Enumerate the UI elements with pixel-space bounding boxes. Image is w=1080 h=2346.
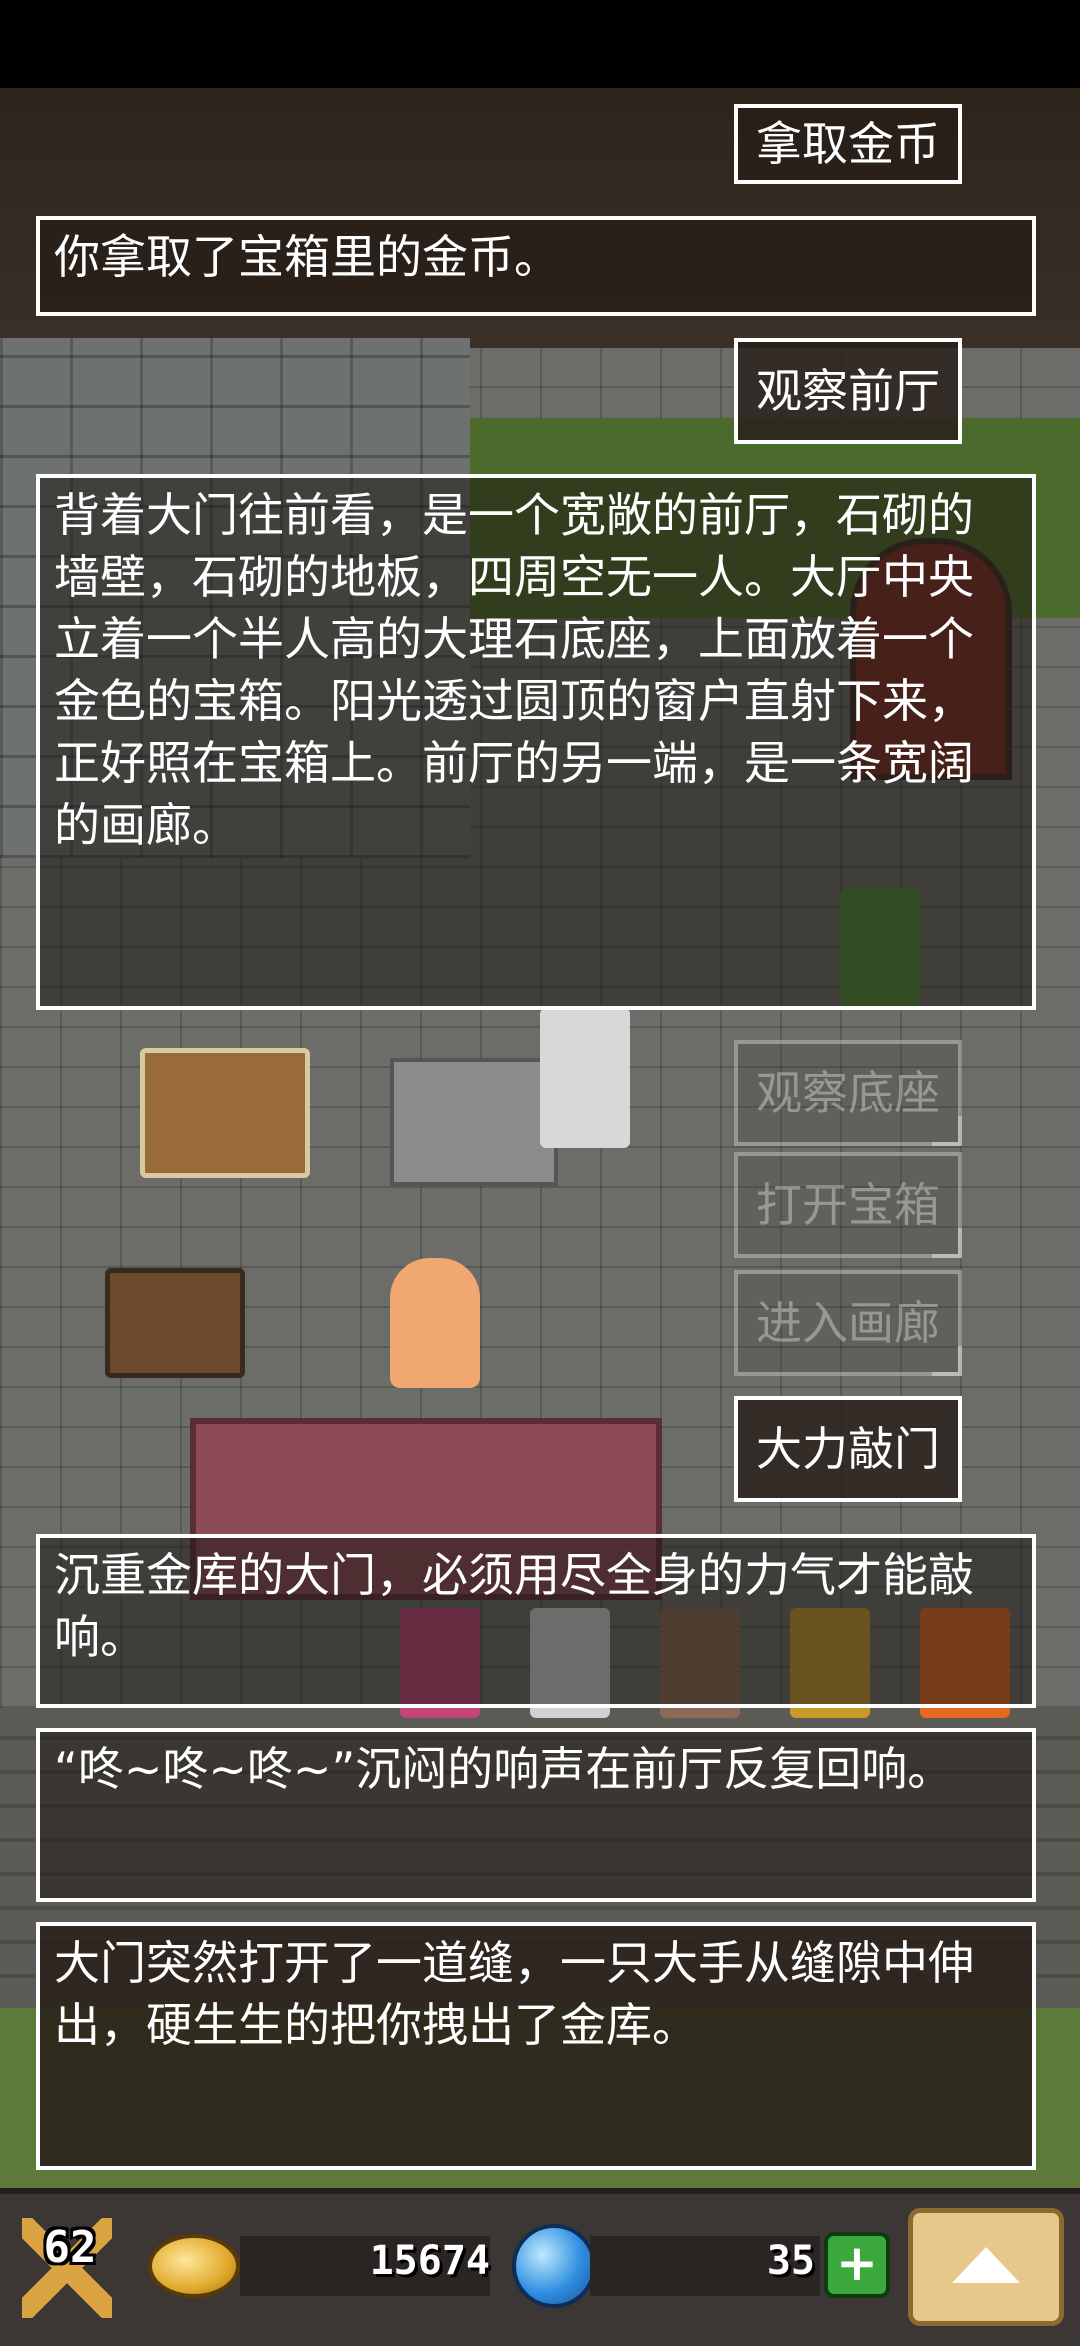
message-text: 沉重金库的大门，必须用尽全身的力气才能敲响。 [54,1548,974,1664]
npc-sprite [540,1008,630,1148]
message-text: “咚~咚~咚~”沉闷的响声在前厅反复回响。 [54,1742,954,1796]
gem-count: 35 [766,2238,815,2284]
coin-count: 15674 [369,2238,490,2284]
choice-label: 观察前厅 [756,364,940,418]
hero-sprite [390,1258,480,1388]
message-heavy-door: 沉重金库的大门，必须用尽全身的力气才能敲响。 [36,1534,1036,1708]
bubble-tail [932,1472,962,1502]
choice-label: 进入画廊 [756,1296,940,1350]
level-value: 62 [43,2222,97,2273]
bottom-hud: 62 15674 35 + [0,2188,1080,2346]
bubble-tail [932,1116,962,1146]
message-text: 你拿取了宝箱里的金币。 [54,230,560,284]
message-text: 大门突然打开了一道缝，一只大手从缝隙中伸出，硬生生的把你拽出了金库。 [54,1936,974,2052]
message-text: 背着大门往前看，是一个宽敞的前厅，石砌的墙壁，石砌的地板，四周空无一人。大厅中央… [54,488,974,852]
chest-sprite-2 [105,1268,245,1378]
scene-pedestal [390,1058,558,1186]
menu-toggle-button[interactable] [908,2208,1064,2326]
bubble-tail [932,1346,962,1376]
choice-observe-hall[interactable]: 观察前厅 [734,338,962,444]
choice-enter-gallery[interactable]: 进入画廊 [734,1270,962,1376]
choice-observe-pedestal[interactable]: 观察底座 [734,1040,962,1146]
add-gems-button[interactable]: + [824,2232,890,2298]
plus-icon: + [836,2234,878,2292]
message-echo: “咚~咚~咚~”沉闷的响声在前厅反复回响。 [36,1728,1036,1902]
message-took-coins: 你拿取了宝箱里的金币。 [36,216,1036,316]
choice-label: 观察底座 [756,1066,940,1120]
message-hall-description: 背着大门往前看，是一个宽敞的前厅，石砌的墙壁，石砌的地板，四周空无一人。大厅中央… [36,474,1036,1010]
choice-label: 拿取金币 [756,117,940,171]
up-arrow-icon [952,2247,1020,2283]
choice-label: 大力敲门 [756,1422,940,1476]
bubble-tail [932,154,962,184]
message-pulled-out: 大门突然打开了一道缝，一只大手从缝隙中伸出，硬生生的把你拽出了金库。 [36,1922,1036,2170]
gem-icon [512,2224,596,2308]
choice-take-coins[interactable]: 拿取金币 [734,104,962,184]
bubble-tail [932,414,962,444]
choice-label: 打开宝箱 [756,1178,940,1232]
coin-icon [148,2234,240,2298]
bubble-tail [932,1228,962,1258]
chest-sprite [140,1048,310,1178]
status-bar [0,0,1080,88]
choice-knock-door[interactable]: 大力敲门 [734,1396,962,1502]
level-badge[interactable]: 62 [12,2208,122,2328]
choice-open-chest[interactable]: 打开宝箱 [734,1152,962,1258]
